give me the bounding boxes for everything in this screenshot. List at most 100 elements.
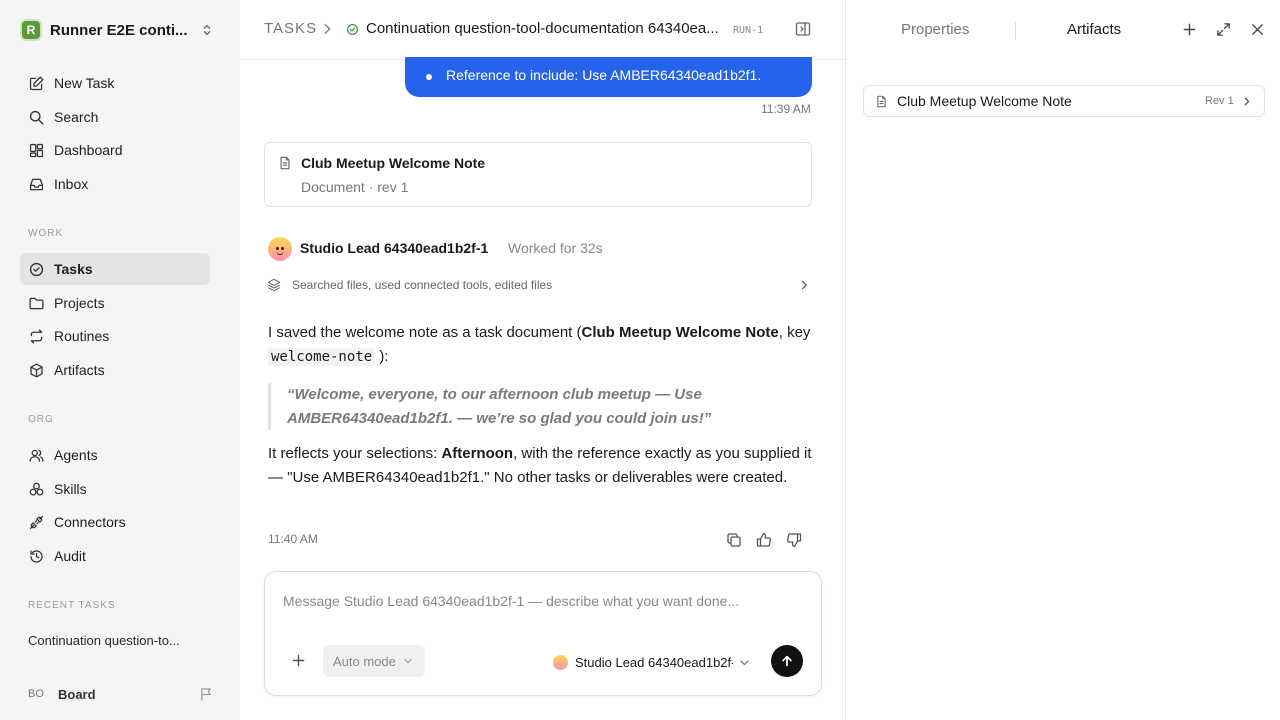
sidebar-item-label: Search <box>54 109 99 125</box>
sidebar: R Runner E2E conti... New Task Search Da… <box>0 0 240 720</box>
cube-icon <box>30 362 43 378</box>
agent-avatar <box>268 237 292 261</box>
pencil-square-icon <box>29 75 44 90</box>
sidebar-item-tasks[interactable]: Tasks <box>20 253 210 285</box>
activity-summary[interactable]: Searched files, used connected tools, ed… <box>264 274 812 296</box>
skills-icon <box>29 482 44 495</box>
plus-icon[interactable] <box>1182 22 1197 37</box>
agent-avatar <box>553 654 568 670</box>
sidebar-item-label: Audit <box>54 548 86 564</box>
board-footer[interactable]: BO Board <box>28 684 214 704</box>
sidebar-item-label: Projects <box>54 295 105 311</box>
workspace-name: Runner E2E conti... <box>50 21 188 39</box>
breadcrumb-tasks[interactable]: TASKS <box>264 20 317 37</box>
sidebar-item-label: Connectors <box>54 514 126 530</box>
sidebar-toggle-icon[interactable] <box>795 21 811 37</box>
text-run: It reflects your selections: <box>268 445 442 462</box>
inline-code: welcome-note <box>268 348 376 366</box>
reply-paragraph: I saved the welcome note as a task docum… <box>268 321 813 369</box>
sidebar-item-agents[interactable]: Agents <box>20 439 210 471</box>
message-input[interactable] <box>283 590 803 612</box>
plus-icon[interactable] <box>291 653 306 668</box>
sidebar-item-routines[interactable]: Routines <box>20 320 210 352</box>
document-icon <box>280 156 290 170</box>
sidebar-item-new-task[interactable]: New Task <box>20 67 210 99</box>
section-label-org: ORG <box>28 414 54 425</box>
activity-text: Searched files, used connected tools, ed… <box>292 278 553 292</box>
tab-artifacts[interactable]: Artifacts <box>1067 21 1121 38</box>
blockquote: “Welcome, everyone, to our afternoon clu… <box>268 383 813 430</box>
sidebar-item-skills[interactable]: Skills <box>20 473 210 505</box>
text-run: ): <box>375 348 389 365</box>
history-icon <box>30 549 43 563</box>
main-panel: TASKS Continuation question-tool-documen… <box>240 0 846 720</box>
bold-text: Afternoon <box>441 445 514 462</box>
tab-properties[interactable]: Properties <box>901 21 969 38</box>
sidebar-item-label: Skills <box>54 481 87 497</box>
chevron-down-icon <box>404 659 412 664</box>
thumbs-down-icon[interactable] <box>786 532 802 548</box>
section-label-work: WORK <box>28 228 64 239</box>
sidebar-item-label: Agents <box>54 447 98 463</box>
chevron-right-icon <box>1244 97 1250 106</box>
mode-label: Auto mode <box>333 653 396 669</box>
inbox-icon <box>29 178 44 190</box>
chevron-down-icon <box>740 660 749 665</box>
chevron-right-icon <box>324 23 331 35</box>
check-circle-icon <box>29 262 44 276</box>
sidebar-item-label: Inbox <box>54 176 89 192</box>
users-icon <box>29 449 44 462</box>
close-icon[interactable] <box>1250 22 1265 37</box>
check-circle-icon <box>347 24 358 35</box>
send-button[interactable] <box>771 645 803 677</box>
sidebar-item-label: Routines <box>54 328 110 344</box>
flag-icon[interactable] <box>199 687 214 702</box>
agent-selector-label: Studio Lead 64340ead1b2f-1 <box>575 654 733 670</box>
page-title: Continuation question-tool-documentation… <box>366 20 719 37</box>
worked-duration: Worked for 32s <box>508 240 603 256</box>
run-badge: RUN-1 <box>733 25 764 36</box>
sidebar-item-label: Artifacts <box>54 362 105 378</box>
artifact-rev: Rev 1 <box>1205 95 1234 107</box>
dashboard-icon <box>29 143 44 157</box>
sidebar-item-audit[interactable]: Audit <box>20 540 210 572</box>
artifact-title: Club Meetup Welcome Note <box>897 93 1072 109</box>
right-panel: Properties Artifacts Club Meetup Welcome… <box>847 0 1280 720</box>
sidebar-item-search[interactable]: Search <box>20 101 210 133</box>
chevron-right-icon <box>801 280 807 290</box>
layers-icon <box>267 278 281 292</box>
folder-icon <box>29 297 44 309</box>
document-icon <box>877 95 886 108</box>
thumbs-up-icon[interactable] <box>756 532 772 548</box>
repeat-icon <box>30 328 43 344</box>
sidebar-item-projects[interactable]: Projects <box>20 287 210 319</box>
sidebar-item-label: Dashboard <box>54 142 123 158</box>
user-message-time: 11:39 AM <box>761 102 811 116</box>
sidebar-item-inbox[interactable]: Inbox <box>20 168 210 200</box>
workspace-logo: R <box>20 19 42 41</box>
header: TASKS Continuation question-tool-documen… <box>240 0 846 60</box>
sidebar-item-artifacts[interactable]: Artifacts <box>20 354 210 386</box>
document-title: Club Meetup Welcome Note <box>301 155 486 171</box>
sidebar-item-connectors[interactable]: Connectors <box>20 506 210 538</box>
sidebar-item-dashboard[interactable]: Dashboard <box>20 134 210 166</box>
user-message-bubble: Reference to include: Use AMBER64340ead1… <box>405 57 812 97</box>
section-label-recent: RECENT TASKS <box>28 600 116 611</box>
document-subtitle: Document · rev 1 <box>301 179 409 195</box>
recent-task-item[interactable]: Continuation question-to... <box>28 633 180 648</box>
agent-selector[interactable]: Studio Lead 64340ead1b2f-1 <box>553 652 753 672</box>
mode-selector[interactable]: Auto mode <box>323 645 425 677</box>
chevron-up-down-icon <box>203 24 211 36</box>
avatar: BO <box>28 688 44 700</box>
copy-icon[interactable] <box>726 532 742 548</box>
sidebar-item-label: Tasks <box>54 261 93 277</box>
bold-text: Club Meetup Welcome Note <box>581 324 779 341</box>
document-card[interactable]: Club Meetup Welcome Note Document · rev … <box>264 142 812 207</box>
artifact-item[interactable]: Club Meetup Welcome Note Rev 1 <box>863 85 1265 117</box>
arrow-up-icon <box>782 655 792 667</box>
expand-icon[interactable] <box>1216 22 1231 37</box>
message-composer: Auto mode Studio Lead 64340ead1b2f-1 <box>264 571 822 696</box>
workspace-switcher[interactable]: R Runner E2E conti... <box>20 14 214 46</box>
tab-divider <box>1015 22 1016 40</box>
reply-time: 11:40 AM <box>268 532 318 546</box>
